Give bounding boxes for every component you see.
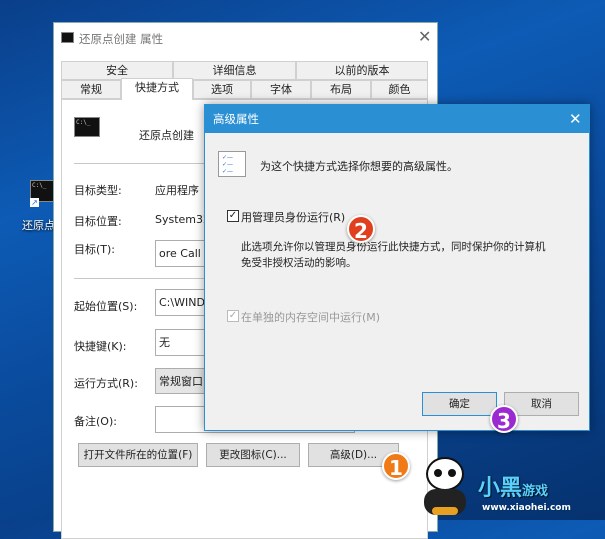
app-icon xyxy=(61,32,74,43)
separate-memory-checkbox: ✓ xyxy=(227,310,239,322)
target-location-label: 目标位置: xyxy=(74,215,122,228)
tab-colors[interactable]: 颜色 xyxy=(371,80,428,99)
tab-general[interactable]: 常规 xyxy=(61,80,121,99)
comment-label: 备注(O): xyxy=(74,415,117,428)
run-as-admin-description-2: 免受非授权活动的影响。 xyxy=(241,257,357,269)
tab-layout[interactable]: 布局 xyxy=(311,80,371,99)
open-file-location-button[interactable]: 打开文件所在的位置(F) xyxy=(78,443,198,467)
ok-button[interactable]: 确定 xyxy=(422,392,497,416)
dialog-title-bar[interactable]: 高级属性 xyxy=(205,105,589,133)
tab-font[interactable]: 字体 xyxy=(251,80,311,99)
tab-shortcut[interactable]: 快捷方式 xyxy=(121,78,193,100)
close-icon[interactable]: ✕ xyxy=(418,27,431,46)
run-as-admin-label[interactable]: 用管理员身份运行(R) xyxy=(241,209,345,225)
hotkey-label: 快捷键(K): xyxy=(74,340,127,353)
tab-options[interactable]: 选项 xyxy=(193,80,251,99)
dialog-title: 高级属性 xyxy=(213,112,259,126)
panda-mascot-logo xyxy=(420,455,470,517)
dialog-intro: 为这个快捷方式选择你想要的高级属性。 xyxy=(260,160,458,173)
tab-previous-versions[interactable]: 以前的版本 xyxy=(296,61,428,80)
step-badge-3: 3 xyxy=(490,405,518,433)
advanced-properties-dialog: 高级属性 ✕ ✓— ✓— ✓— 为这个快捷方式选择你想要的高级属性。 ✓ 用管理员身… xyxy=(204,104,590,431)
target-location-value: System32 xyxy=(155,213,211,226)
run-as-admin-checkbox[interactable]: ✓ xyxy=(227,210,239,222)
start-in-label: 起始位置(S): xyxy=(74,300,138,313)
shortcut-name: 还原点创建 xyxy=(139,129,194,142)
target-type-value: 应用程序 xyxy=(155,184,199,197)
run-label: 运行方式(R): xyxy=(74,377,138,390)
window-title: 还原点创建 属性 xyxy=(79,32,164,46)
dialog-close-icon[interactable]: ✕ xyxy=(569,110,582,128)
step-badge-1: 1 xyxy=(382,452,410,480)
run-as-admin-description: 此选项允许你以管理员身份运行此快捷方式，同时保护你的计算机 xyxy=(241,241,546,253)
checklist-icon: ✓— ✓— ✓— xyxy=(218,151,246,177)
change-icon-button[interactable]: 更改图标(C)... xyxy=(206,443,300,467)
shortcut-icon: C:\_ xyxy=(74,117,100,137)
watermark-brand: 小黑游戏 xyxy=(478,476,549,501)
desktop-icon-label[interactable]: 还原点 xyxy=(22,217,55,233)
watermark-url: www.xiaohei.com xyxy=(482,503,571,513)
step-badge-2: 2 xyxy=(347,215,375,243)
shortcut-arrow-icon: ↗ xyxy=(30,198,39,207)
separate-memory-label: 在单独的内存空间中运行(M) xyxy=(241,311,381,324)
target-label: 目标(T): xyxy=(74,243,116,256)
target-type-label: 目标类型: xyxy=(74,184,122,197)
title-bar[interactable]: 还原点创建 属性 ✕ xyxy=(54,23,437,53)
